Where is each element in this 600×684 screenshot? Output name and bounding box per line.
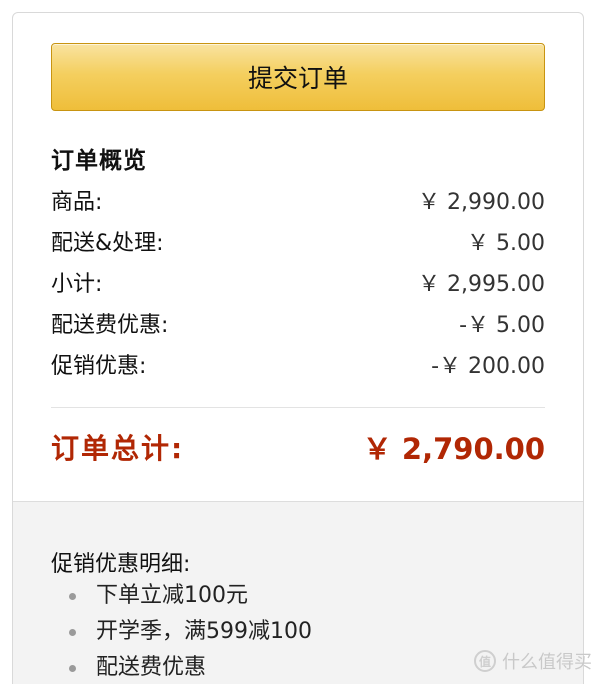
submit-order-label: 提交订单 <box>247 64 348 93</box>
list-item: 配送费优惠 <box>51 650 312 684</box>
order-overview-title: 订单概览 <box>51 148 147 174</box>
bullet-icon <box>69 664 76 672</box>
watermark-text: 什么值得买 <box>502 652 592 673</box>
promo-item-text: 配送费优惠 <box>96 655 207 680</box>
bullet-icon <box>69 592 76 600</box>
site-watermark: 值 什么值得买 <box>474 648 592 674</box>
summary-row-items: 商品: ￥ 2,990.00 <box>51 179 545 220</box>
summary-row-value: ￥ 5.00 <box>467 230 545 256</box>
summary-row-shipping-discount: 配送费优惠: -￥ 5.00 <box>51 302 545 343</box>
list-item: 开学季，满599减100 <box>51 614 312 650</box>
list-item: 下单立减100元 <box>51 578 312 614</box>
summary-row-value: ￥ 2,995.00 <box>418 271 545 297</box>
summary-divider <box>51 407 545 408</box>
summary-row-label: 配送费优惠: <box>51 312 169 338</box>
summary-row-label: 小计: <box>51 271 103 297</box>
summary-row-value: -￥ 5.00 <box>459 312 545 338</box>
summary-row-value: ￥ 2,990.00 <box>418 189 545 215</box>
summary-row-subtotal: 小计: ￥ 2,995.00 <box>51 261 545 302</box>
promo-details-title: 促销优惠明细: <box>51 552 191 577</box>
order-summary-card: 提交订单 订单概览 商品: ￥ 2,990.00 配送&处理: ￥ 5.00 小… <box>12 12 584 684</box>
order-summary-page: 提交订单 订单概览 商品: ￥ 2,990.00 配送&处理: ￥ 5.00 小… <box>0 0 600 684</box>
promo-details-list: 下单立减100元 开学季，满599减100 配送费优惠 <box>51 578 312 684</box>
summary-row-label: 商品: <box>51 189 103 215</box>
promo-item-text: 开学季，满599减100 <box>96 619 312 644</box>
summary-row-shipping: 配送&处理: ￥ 5.00 <box>51 220 545 261</box>
order-total-value: ￥ 2,790.00 <box>362 432 545 466</box>
summary-row-promo-discount: 促销优惠: -￥ 200.00 <box>51 343 545 384</box>
order-total: 订单总计: ￥ 2,790.00 <box>51 425 545 469</box>
order-total-label: 订单总计: <box>51 432 185 465</box>
submit-order-button[interactable]: 提交订单 <box>51 43 545 111</box>
summary-row-label: 促销优惠: <box>51 353 147 379</box>
summary-row-label: 配送&处理: <box>51 230 164 256</box>
promo-item-text: 下单立减100元 <box>96 583 248 608</box>
summary-row-value: -￥ 200.00 <box>431 353 545 379</box>
bullet-icon <box>69 628 76 636</box>
order-overview: 订单概览 商品: ￥ 2,990.00 配送&处理: ￥ 5.00 小计: ￥ … <box>51 143 545 384</box>
watermark-logo-icon: 值 <box>474 650 496 672</box>
